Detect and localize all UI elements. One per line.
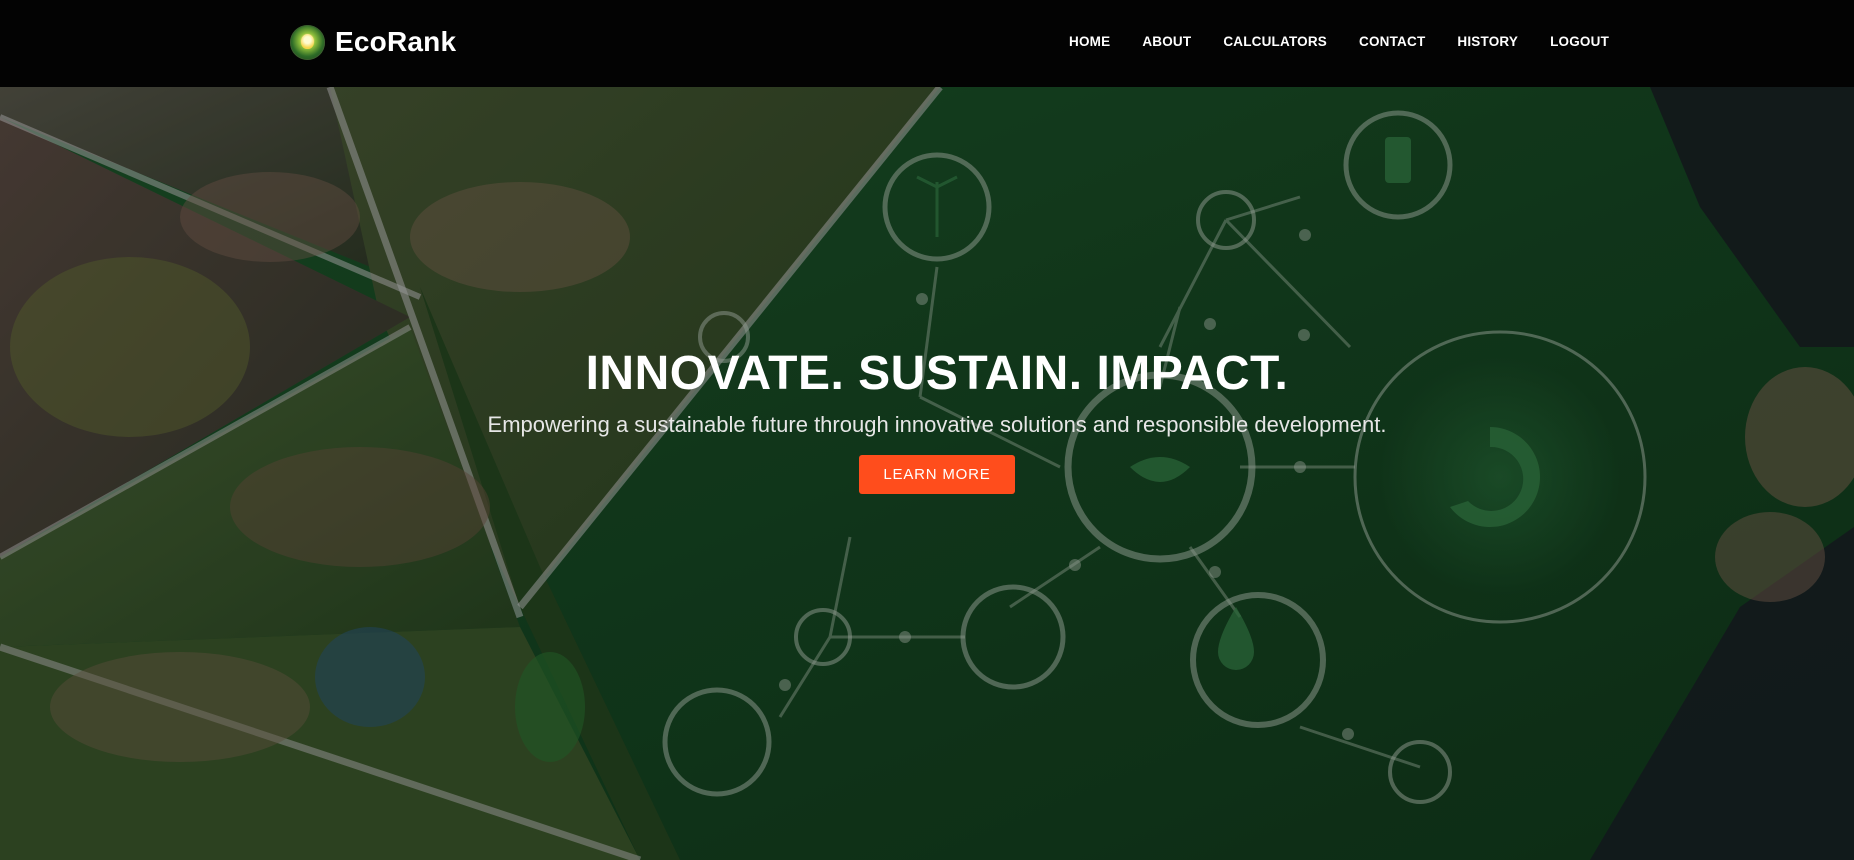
top-navbar: EcoRank HOME ABOUT CALCULATORS CONTACT H…	[0, 0, 1854, 87]
nav-contact[interactable]: CONTACT	[1359, 30, 1425, 53]
main-nav: HOME ABOUT CALCULATORS CONTACT HISTORY L…	[1069, 30, 1609, 53]
eco-bulb-logo-icon	[290, 24, 325, 60]
hero-section: INNOVATE. SUSTAIN. IMPACT. Empowering a …	[0, 87, 1854, 860]
nav-home[interactable]: HOME	[1069, 30, 1110, 53]
nav-about[interactable]: ABOUT	[1142, 30, 1191, 53]
hero-subtitle: Empowering a sustainable future through …	[487, 412, 1387, 438]
nav-logout[interactable]: LOGOUT	[1550, 30, 1609, 53]
nav-calculators[interactable]: CALCULATORS	[1223, 30, 1327, 53]
hero-content: INNOVATE. SUSTAIN. IMPACT. Empowering a …	[0, 347, 1854, 495]
hero-title: INNOVATE. SUSTAIN. IMPACT.	[585, 347, 1289, 400]
learn-more-button[interactable]: LEARN MORE	[859, 455, 1015, 495]
nav-history[interactable]: HISTORY	[1457, 30, 1518, 53]
brand-link[interactable]: EcoRank	[290, 23, 456, 61]
brand-name: EcoRank	[335, 26, 457, 57]
